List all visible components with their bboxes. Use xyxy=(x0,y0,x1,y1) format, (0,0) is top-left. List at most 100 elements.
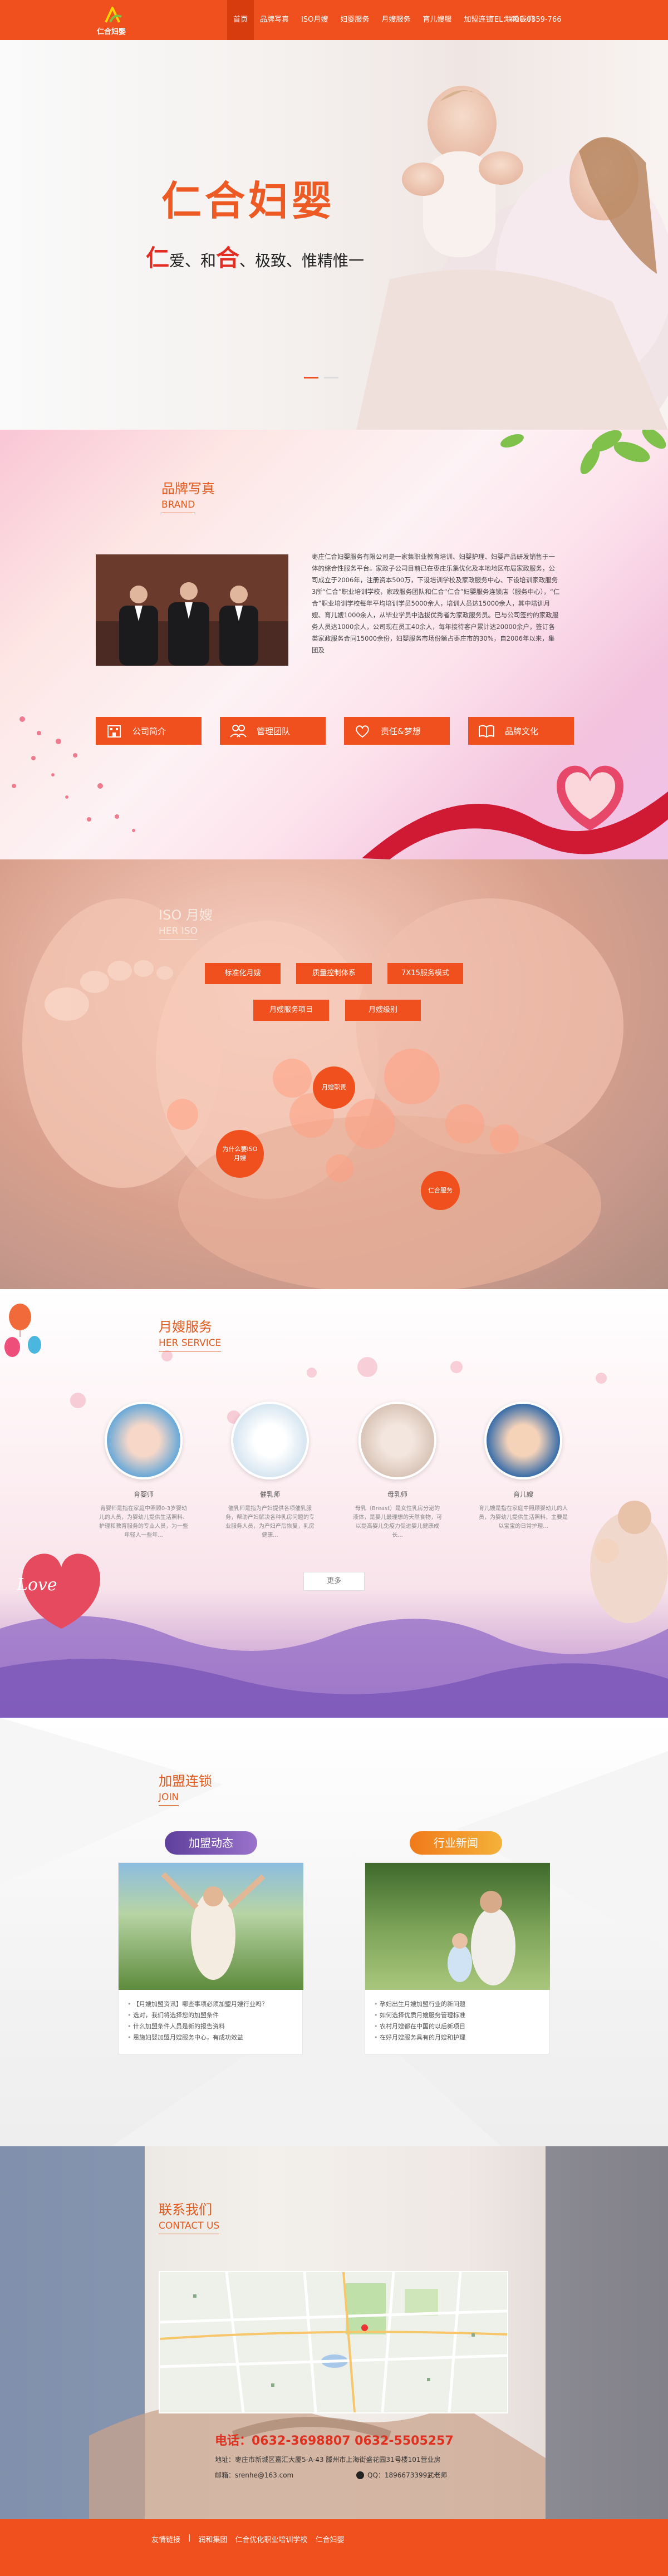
join-news-item[interactable]: 选对，我们将选择您的加盟条件 xyxy=(127,2010,293,2021)
bubble xyxy=(384,1049,440,1104)
service-item-name: 育婴师 xyxy=(133,1491,154,1498)
slogan-text-1: 爱、和 xyxy=(169,252,217,270)
iso-circle-service[interactable]: 仁合服务 xyxy=(421,1171,460,1210)
join-news-item[interactable]: 恩施妇婴加盟月嫂服务中心，有成功效益 xyxy=(127,2032,293,2043)
brand-team-photo xyxy=(96,554,288,666)
responsibility-dream-label: 责任&梦想 xyxy=(381,726,421,736)
book-icon xyxy=(479,725,494,738)
service-item-desc: 育儿嫂是指在家庭中照顾婴幼儿的人员，为婴幼儿提供生活照料，主要是以宝宝的日常护理… xyxy=(479,1506,568,1530)
footer-link-renhe[interactable]: 仁合妇婴 xyxy=(315,2534,344,2544)
menu-item-nanny-service[interactable]: 育儿嫂服 xyxy=(416,0,458,40)
slogan-highlight-he: 合 xyxy=(216,244,240,272)
qq-icon xyxy=(356,2471,364,2479)
love-heart-text: Love xyxy=(17,1575,57,1595)
service-title-cn: 月嫂服务 xyxy=(159,1319,212,1335)
slider-dot-1[interactable] xyxy=(304,377,318,378)
industry-news-item[interactable]: 孕妇出生月嫂加盟行业的新问题 xyxy=(374,1999,540,2010)
contact-qq: QQ：1896673399武老师 xyxy=(356,2470,447,2480)
hero-banner: 仁合妇婴 仁爱、和合、极致、惟精惟一 xyxy=(0,40,668,430)
contact-phone: 电话：0632-3698807 0632-5505257 xyxy=(215,2434,454,2448)
service-item-name: 育儿嫂 xyxy=(513,1491,533,1498)
join-news-item[interactable]: 【月嫂加盟资讯】哪些事项必须加盟月嫂行业吗？ xyxy=(127,1999,293,2010)
footer-link-runhe-group[interactable]: 润和集团 xyxy=(198,2534,227,2544)
phone-number: TEL：400-0859-766 xyxy=(490,16,562,24)
location-map[interactable] xyxy=(159,2271,508,2413)
team-icon xyxy=(230,725,247,738)
tab-join-news[interactable]: 加盟动态 xyxy=(165,1831,257,1855)
iso-title-cn: ISO 月嫂 xyxy=(159,907,213,923)
responsibility-dream-button[interactable]: 责任&梦想 xyxy=(344,717,450,745)
company-intro-button[interactable]: 公司简介 xyxy=(96,717,202,745)
service-item-desc: 催乳师是指为产妇提供各项催乳服务，帮助产妇解决各种乳房问题的专业服务人员，为产妇… xyxy=(225,1506,315,1538)
management-team-button[interactable]: 管理团队 xyxy=(220,717,326,745)
service-item-nanny[interactable]: 育儿嫂 育儿嫂是指在家庭中照顾婴幼儿的人员，为婴幼儿提供生活照料，主要是以宝宝的… xyxy=(479,1402,568,1531)
brand-section-title: 品牌写真 BRAND xyxy=(161,478,215,513)
slider-dots xyxy=(304,377,338,378)
brand-button-group: 公司简介 管理团队 责任&梦想 品牌文化 xyxy=(96,717,574,745)
bubble xyxy=(445,1104,484,1143)
iso-tag-quality-control[interactable]: 质量控制体系 xyxy=(296,963,372,984)
footer-links-label: 友情链接 xyxy=(151,2536,181,2544)
service-item-desc: 育婴师是指在家庭中照顾0-3岁婴幼儿的人员，为婴幼儿提供生活照料、护理和教育服务… xyxy=(99,1506,188,1538)
industry-news-photo xyxy=(365,1863,550,1990)
service-item-breastmilk[interactable]: 母乳师 母乳（Breast）是女性乳房分泌的液体，是婴儿最理想的天然食物，可以提… xyxy=(353,1402,442,1540)
industry-news-item[interactable]: 农村月嫂都在中国的以后新项目 xyxy=(374,2021,540,2032)
service-item-childcare[interactable]: 育婴师 育婴师是指在家庭中照顾0-3岁婴幼儿的人员，为婴幼儿提供生活照料、护理和… xyxy=(99,1402,188,1540)
tab-industry-news[interactable]: 行业新闻 xyxy=(410,1831,502,1855)
bubble xyxy=(167,1099,198,1130)
management-team-label: 管理团队 xyxy=(257,726,291,736)
logo-text: 仁合妇婴 xyxy=(97,28,126,36)
menu-item-iso[interactable]: ISO月嫂 xyxy=(295,0,334,40)
nanny-photo xyxy=(484,1402,562,1479)
join-section xyxy=(0,1718,668,2146)
heart-icon xyxy=(356,725,369,738)
childcare-photo xyxy=(105,1402,183,1479)
industry-news-item[interactable]: 如何选择优质月嫂服务管理标准 xyxy=(374,2010,540,2021)
lactation-photo xyxy=(231,1402,309,1479)
iso-tag-standardization[interactable]: 标准化月嫂 xyxy=(205,963,281,984)
brand-culture-button[interactable]: 品牌文化 xyxy=(468,717,574,745)
industry-news-item[interactable]: 在好月嫂服务具有的月嫂和护理 xyxy=(374,2032,540,2043)
bubble xyxy=(345,1099,395,1149)
slider-dot-2[interactable] xyxy=(324,377,338,378)
iso-tag-levels[interactable]: 月嫂级别 xyxy=(345,1000,421,1021)
service-item-lactation[interactable]: 催乳师 催乳师是指为产妇提供各项催乳服务，帮助产妇解决各种乳房问题的专业服务人员… xyxy=(225,1402,315,1540)
join-news-item[interactable]: 什么加盟条件人员是新的报告资料 xyxy=(127,2021,293,2032)
industry-news-list: 孕妇出生月嫂加盟行业的新问题 如何选择优质月嫂服务管理标准 农村月嫂都在中国的以… xyxy=(365,1990,549,2043)
join-news-photo xyxy=(119,1863,303,1990)
bubble xyxy=(490,1124,519,1153)
hot-air-balloons xyxy=(4,1304,41,1357)
breastmilk-photo xyxy=(358,1402,436,1479)
join-news-list: 【月嫂加盟资讯】哪些事项必须加盟月嫂行业吗？ 选对，我们将选择您的加盟条件 什么… xyxy=(119,1990,302,2043)
contact-qq-text: QQ：1896673399武老师 xyxy=(367,2471,448,2479)
service-section-title: 月嫂服务 HER SERVICE xyxy=(159,1316,222,1351)
iso-tag-service-items[interactable]: 月嫂服务项目 xyxy=(253,1000,329,1021)
menu-item-yuesao-service[interactable]: 月嫂服务 xyxy=(375,0,416,40)
slogan-text-2: 、极致、惟精惟一 xyxy=(239,252,365,270)
logo-icon xyxy=(105,7,122,23)
service-item-name: 母乳师 xyxy=(387,1491,407,1498)
menu-item-brand[interactable]: 品牌写真 xyxy=(254,0,295,40)
menu-item-home[interactable]: 首页 xyxy=(227,0,254,40)
brand-section: 品牌写真 BRAND 枣庄仁合妇婴服务有限公司是一家集职业教育培训、妇婴护理、妇… xyxy=(0,430,668,859)
brand-title-en: BRAND xyxy=(161,499,195,513)
contact-email: 邮箱：srenhe@163.com xyxy=(215,2471,294,2479)
top-nav: 仁合妇婴 首页 品牌写真 ISO月嫂 妇婴服务 月嫂服务 育儿嫂服 加盟连锁 联… xyxy=(0,0,668,40)
iso-circle-duties[interactable]: 月嫂职责 xyxy=(313,1066,355,1109)
iso-tag-7x15-mode[interactable]: 7X15服务模式 xyxy=(387,963,463,984)
service-more-button[interactable]: 更多 xyxy=(303,1572,365,1591)
menu-item-maternal-service[interactable]: 妇婴服务 xyxy=(334,0,375,40)
join-news-card: 【月嫂加盟资讯】哪些事项必须加盟月嫂行业吗？ 选对，我们将选择您的加盟条件 什么… xyxy=(118,1862,303,2054)
bubble xyxy=(326,1154,353,1182)
join-title-en: JOIN xyxy=(159,1792,179,1806)
footer-link-training-school[interactable]: 仁合优化职业培训学校 xyxy=(235,2534,307,2544)
join-title-cn: 加盟连锁 xyxy=(159,1773,212,1789)
join-section-title: 加盟连锁 JOIN xyxy=(159,1770,212,1806)
footer-links: 友情链接 | 润和集团 仁合优化职业培训学校 仁合妇婴 xyxy=(151,2534,344,2544)
brand-culture-label: 品牌文化 xyxy=(505,726,539,736)
brand-description: 枣庄仁合妇婴服务有限公司是一家集职业教育培训、妇婴护理、妇婴产品研发销售于一体的… xyxy=(312,553,560,654)
hero-mother-baby-photo xyxy=(356,86,668,430)
contact-title-en: CONTACT US xyxy=(159,2220,220,2234)
logo[interactable]: 仁合妇婴 xyxy=(96,6,146,36)
iso-circle-why[interactable]: 为什么要ISO月嫂 xyxy=(216,1130,264,1178)
